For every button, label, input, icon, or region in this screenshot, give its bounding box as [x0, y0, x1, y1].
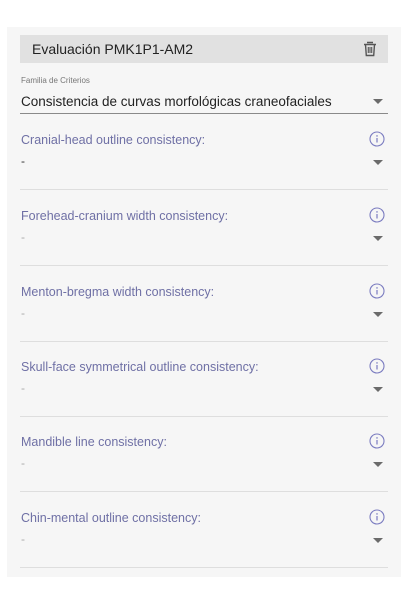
- criterion-value[interactable]: -: [21, 381, 25, 395]
- caret-down-icon[interactable]: [373, 236, 383, 241]
- evaluation-title: Evaluación PMK1P1-AM2: [32, 41, 194, 57]
- trash-icon[interactable]: [361, 40, 379, 58]
- caret-down-icon[interactable]: [373, 312, 383, 317]
- criterion-value[interactable]: -: [21, 154, 25, 168]
- caret-down-icon[interactable]: [373, 387, 383, 392]
- criterion-select[interactable]: Skull-face symmetrical outline consisten…: [20, 341, 388, 417]
- criterion-select[interactable]: Mandible line consistency: -: [20, 416, 388, 492]
- criterion-value[interactable]: -: [21, 532, 25, 546]
- criterion-label: Forehead-cranium width consistency:: [21, 209, 229, 223]
- criterion-select[interactable]: Chin-mental outline consistency: -: [20, 492, 388, 568]
- criterion-label: Cranial-head outline consistency:: [21, 133, 206, 147]
- criterion-value[interactable]: -: [21, 230, 25, 244]
- criterion-label: Mandible line consistency:: [21, 435, 167, 449]
- criteria-family-value[interactable]: Consistencia de curvas morfológicas cran…: [21, 94, 332, 109]
- criterion-select[interactable]: Cranial-head outline consistency: -: [20, 114, 388, 190]
- caret-down-icon[interactable]: [373, 462, 383, 467]
- criterion-value[interactable]: -: [21, 306, 25, 320]
- info-icon[interactable]: [369, 433, 385, 449]
- criterion-select[interactable]: Menton-bregma width consistency: -: [20, 266, 388, 342]
- criteria-family-label: Familia de Criterios: [21, 76, 90, 85]
- caret-down-icon[interactable]: [373, 160, 383, 165]
- criterion-select[interactable]: Forehead-cranium width consistency: -: [20, 190, 388, 266]
- caret-down-icon[interactable]: [373, 99, 383, 104]
- info-icon[interactable]: [369, 283, 385, 299]
- criteria-family-select[interactable]: Familia de Criterios Consistencia de cur…: [20, 74, 388, 114]
- info-icon[interactable]: [369, 207, 385, 223]
- info-icon[interactable]: [369, 131, 385, 147]
- criterion-value[interactable]: -: [21, 456, 25, 470]
- info-icon[interactable]: [369, 509, 385, 525]
- caret-down-icon[interactable]: [373, 538, 383, 543]
- evaluation-header: Evaluación PMK1P1-AM2: [20, 35, 388, 63]
- info-icon[interactable]: [369, 358, 385, 374]
- criterion-label: Chin-mental outline consistency:: [21, 511, 201, 525]
- criterion-label: Skull-face symmetrical outline consisten…: [21, 360, 259, 374]
- divider: [20, 567, 388, 568]
- criterion-label: Menton-bregma width consistency:: [21, 285, 215, 299]
